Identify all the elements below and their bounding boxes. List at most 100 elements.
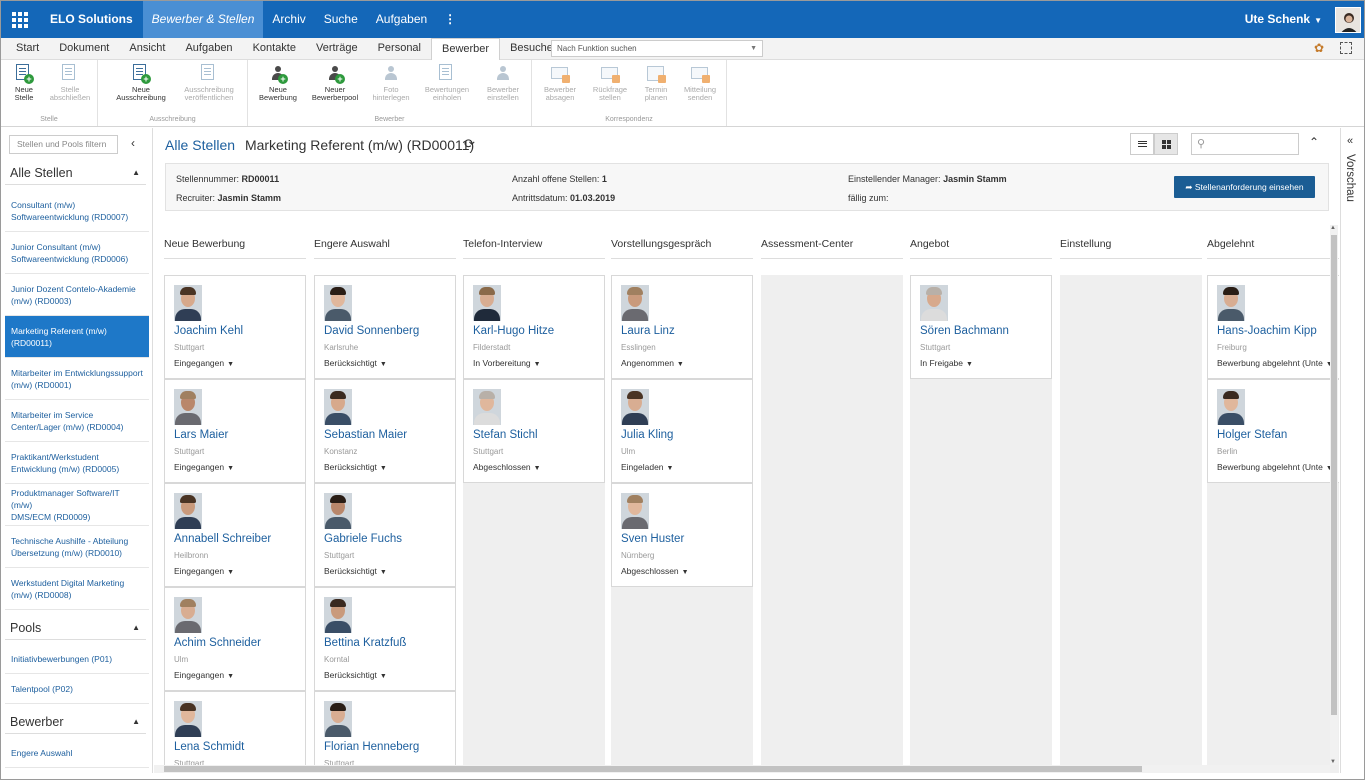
more-menu-icon[interactable]: ⋮: [436, 1, 464, 38]
applicant-name[interactable]: Holger Stefan: [1217, 429, 1287, 441]
applicant-name[interactable]: David Sonnenberg: [324, 325, 419, 337]
nav-aufgaben[interactable]: Aufgaben: [367, 1, 436, 38]
applicant-card[interactable]: Holger Stefan Berlin Bewerbung abgelehnt (…: [1207, 379, 1339, 483]
search-input[interactable]: ⚲: [1191, 133, 1299, 155]
applicant-card[interactable]: Sebastian Maier Konstanz Berücksichtigt ▼: [314, 379, 456, 483]
nav-suche[interactable]: Suche: [315, 1, 367, 38]
tab-start[interactable]: Start: [6, 38, 49, 60]
sidebar-item-rd0009[interactable]: Produktmanager Software/IT (m/w) DMS/ECM …: [5, 484, 149, 526]
status-dropdown[interactable]: Berücksichtigt ▼: [324, 566, 387, 576]
status-dropdown[interactable]: Berücksichtigt ▼: [324, 670, 387, 680]
applicant-name[interactable]: Sven Huster: [621, 533, 684, 545]
neue-ausschreibung-button[interactable]: + Neue Ausschreibung: [115, 64, 167, 102]
nav-archiv[interactable]: Archiv: [263, 1, 314, 38]
tab-aufgaben[interactable]: Aufgaben: [175, 38, 242, 60]
list-view-button[interactable]: [1130, 133, 1154, 155]
breadcrumb-root[interactable]: Alle Stellen: [165, 137, 235, 153]
sidebar-item-p01[interactable]: Initiativbewerbungen (P01): [5, 644, 149, 674]
applicant-name[interactable]: Annabell Schreiber: [174, 533, 271, 545]
applicant-name[interactable]: Stefan Stichl: [473, 429, 538, 441]
status-dropdown[interactable]: Eingegangen ▼: [174, 566, 234, 576]
tab-bewerber[interactable]: Bewerber: [431, 38, 501, 61]
applicant-card[interactable]: Joachim Kehl Stuttgart Eingegangen ▼: [164, 275, 306, 379]
column-dropzone[interactable]: [1060, 275, 1202, 773]
applicant-name[interactable]: Gabriele Fuchs: [324, 533, 402, 545]
bewerber-absagen-button[interactable]: Bewerber absagen: [538, 64, 582, 102]
brand-label[interactable]: ELO Solutions: [39, 1, 143, 38]
tab-kontakte[interactable]: Kontakte: [243, 38, 306, 60]
applicant-card[interactable]: Laura Linz Esslingen Angenommen ▼: [611, 275, 753, 379]
sidebar-item-rd0001[interactable]: Mitarbeiter im Entwicklungssupport (m/w) …: [5, 358, 149, 400]
horizontal-scrollbar[interactable]: [154, 765, 1330, 773]
applicant-name[interactable]: Julia Kling: [621, 429, 673, 441]
applicant-name[interactable]: Bettina Kratzfuß: [324, 637, 406, 649]
status-dropdown[interactable]: Angenommen ▼: [621, 358, 684, 368]
stellenanforderung-button[interactable]: ➦ Stellenanforderung einsehen: [1174, 176, 1315, 198]
settings-icon[interactable]: ✿: [1314, 42, 1326, 54]
expand-preview-icon[interactable]: «: [1347, 135, 1353, 147]
applicant-name[interactable]: Sören Bachmann: [920, 325, 1009, 337]
applicant-name[interactable]: Joachim Kehl: [174, 325, 243, 337]
mitteilung-senden-button[interactable]: Mitteilung senden: [678, 64, 722, 102]
user-menu[interactable]: Ute Schenk ▼: [1235, 1, 1332, 38]
status-dropdown[interactable]: In Vorbereitung ▼: [473, 358, 541, 368]
applicant-name[interactable]: Laura Linz: [621, 325, 675, 337]
applicant-card[interactable]: Sören Bachmann Stuttgart In Freigabe ▼: [910, 275, 1052, 379]
sidebar-item-rd0008[interactable]: Werkstudent Digital Marketing (m/w) (RD00…: [5, 568, 149, 610]
tile-view-button[interactable]: [1154, 133, 1178, 155]
applicant-card[interactable]: Florian Henneberg Stuttgart: [314, 691, 456, 773]
status-dropdown[interactable]: Berücksichtigt ▼: [324, 462, 387, 472]
status-dropdown[interactable]: Eingegangen ▼: [174, 670, 234, 680]
scrollbar-thumb[interactable]: [164, 766, 1142, 772]
sidebar-item-engere-auswahl[interactable]: Engere Auswahl: [5, 738, 149, 768]
sidebar-item-rd0003[interactable]: Junior Dozent Contelo-Akademie (m/w) (RD0…: [5, 274, 149, 316]
applicant-name[interactable]: Achim Schneider: [174, 637, 261, 649]
collapse-sidebar-icon[interactable]: ‹: [131, 136, 135, 150]
applicant-card[interactable]: Stefan Stichl Stuttgart Abgeschlossen ▼: [463, 379, 605, 483]
app-launcher-icon[interactable]: [1, 1, 39, 38]
applicant-name[interactable]: Hans-Joachim Kipp: [1217, 325, 1317, 337]
status-dropdown[interactable]: Bewerbung abgelehnt (Unte▼: [1217, 462, 1333, 472]
function-search-input[interactable]: Nach Funktion suchen ▼: [551, 40, 763, 57]
sidebar-item-p02[interactable]: Talentpool (P02): [5, 674, 149, 704]
fullscreen-icon[interactable]: [1340, 42, 1352, 54]
neuer-bewerberpool-button[interactable]: + Neuer Bewerberpool: [308, 64, 362, 102]
status-dropdown[interactable]: Eingegangen ▼: [174, 462, 234, 472]
applicant-card[interactable]: Annabell Schreiber Heilbronn Eingegangen ▼: [164, 483, 306, 587]
applicant-card[interactable]: Lars Maier Stuttgart Eingegangen ▼: [164, 379, 306, 483]
applicant-card[interactable]: Achim Schneider Ulm Eingegangen ▼: [164, 587, 306, 691]
applicant-card[interactable]: Lena Schmidt Stuttgart: [164, 691, 306, 773]
applicant-card[interactable]: Gabriele Fuchs Stuttgart Berücksichtigt ▼: [314, 483, 456, 587]
refresh-icon[interactable]: ⟳: [464, 136, 475, 152]
applicant-name[interactable]: Lars Maier: [174, 429, 228, 441]
applicant-card[interactable]: Hans-Joachim Kipp Freiburg Bewerbung abgel…: [1207, 275, 1339, 379]
termin-planen-button[interactable]: Termin planen: [636, 64, 676, 102]
applicant-name[interactable]: Sebastian Maier: [324, 429, 407, 441]
collapse-up-icon[interactable]: ⌃: [1309, 135, 1319, 149]
section-pools[interactable]: Pools ▲: [5, 616, 146, 640]
status-dropdown[interactable]: In Freigabe ▼: [920, 358, 973, 368]
scrollbar-thumb[interactable]: [1331, 235, 1337, 715]
status-dropdown[interactable]: Abgeschlossen ▼: [473, 462, 541, 472]
sidebar-item-rd00011[interactable]: Marketing Referent (m/w) (RD00011): [5, 316, 149, 358]
sidebar-item-rd0004[interactable]: Mitarbeiter im Service Center/Lager (m/w)…: [5, 400, 149, 442]
vertical-scrollbar[interactable]: ▲ ▼: [1330, 225, 1338, 765]
status-dropdown[interactable]: Bewerbung abgelehnt (Unte▼: [1217, 358, 1333, 368]
nav-bewerber-stellen[interactable]: Bewerber & Stellen: [142, 1, 264, 38]
avatar[interactable]: [1335, 7, 1361, 33]
neue-stelle-button[interactable]: + Neue Stelle: [7, 64, 41, 102]
applicant-card[interactable]: Julia Kling Ulm Eingeladen ▼: [611, 379, 753, 483]
stelle-abschliessen-button[interactable]: Stelle abschließen: [45, 64, 95, 102]
sidebar-item-rd0005[interactable]: Praktikant/Werkstudent Entwicklung (m/w) …: [5, 442, 149, 484]
rueckfrage-stellen-button[interactable]: Rückfrage stellen: [588, 64, 632, 102]
bewerber-einstellen-button[interactable]: Bewerber einstellen: [480, 64, 526, 102]
applicant-name[interactable]: Karl-Hugo Hitze: [473, 325, 554, 337]
status-dropdown[interactable]: Abgeschlossen ▼: [621, 566, 689, 576]
sidebar-item-rd0007[interactable]: Consultant (m/w) Softwareentwicklung (RD0…: [5, 190, 149, 232]
sidebar-filter-input[interactable]: Stellen und Pools filtern: [9, 135, 118, 154]
foto-hinterlegen-button[interactable]: Foto hinterlegen: [368, 64, 414, 102]
status-dropdown[interactable]: Eingegangen ▼: [174, 358, 234, 368]
section-bewerber[interactable]: Bewerber ▲: [5, 710, 146, 734]
preview-label[interactable]: Vorschau: [1344, 154, 1356, 202]
section-alle-stellen[interactable]: Alle Stellen ▲: [5, 161, 146, 185]
